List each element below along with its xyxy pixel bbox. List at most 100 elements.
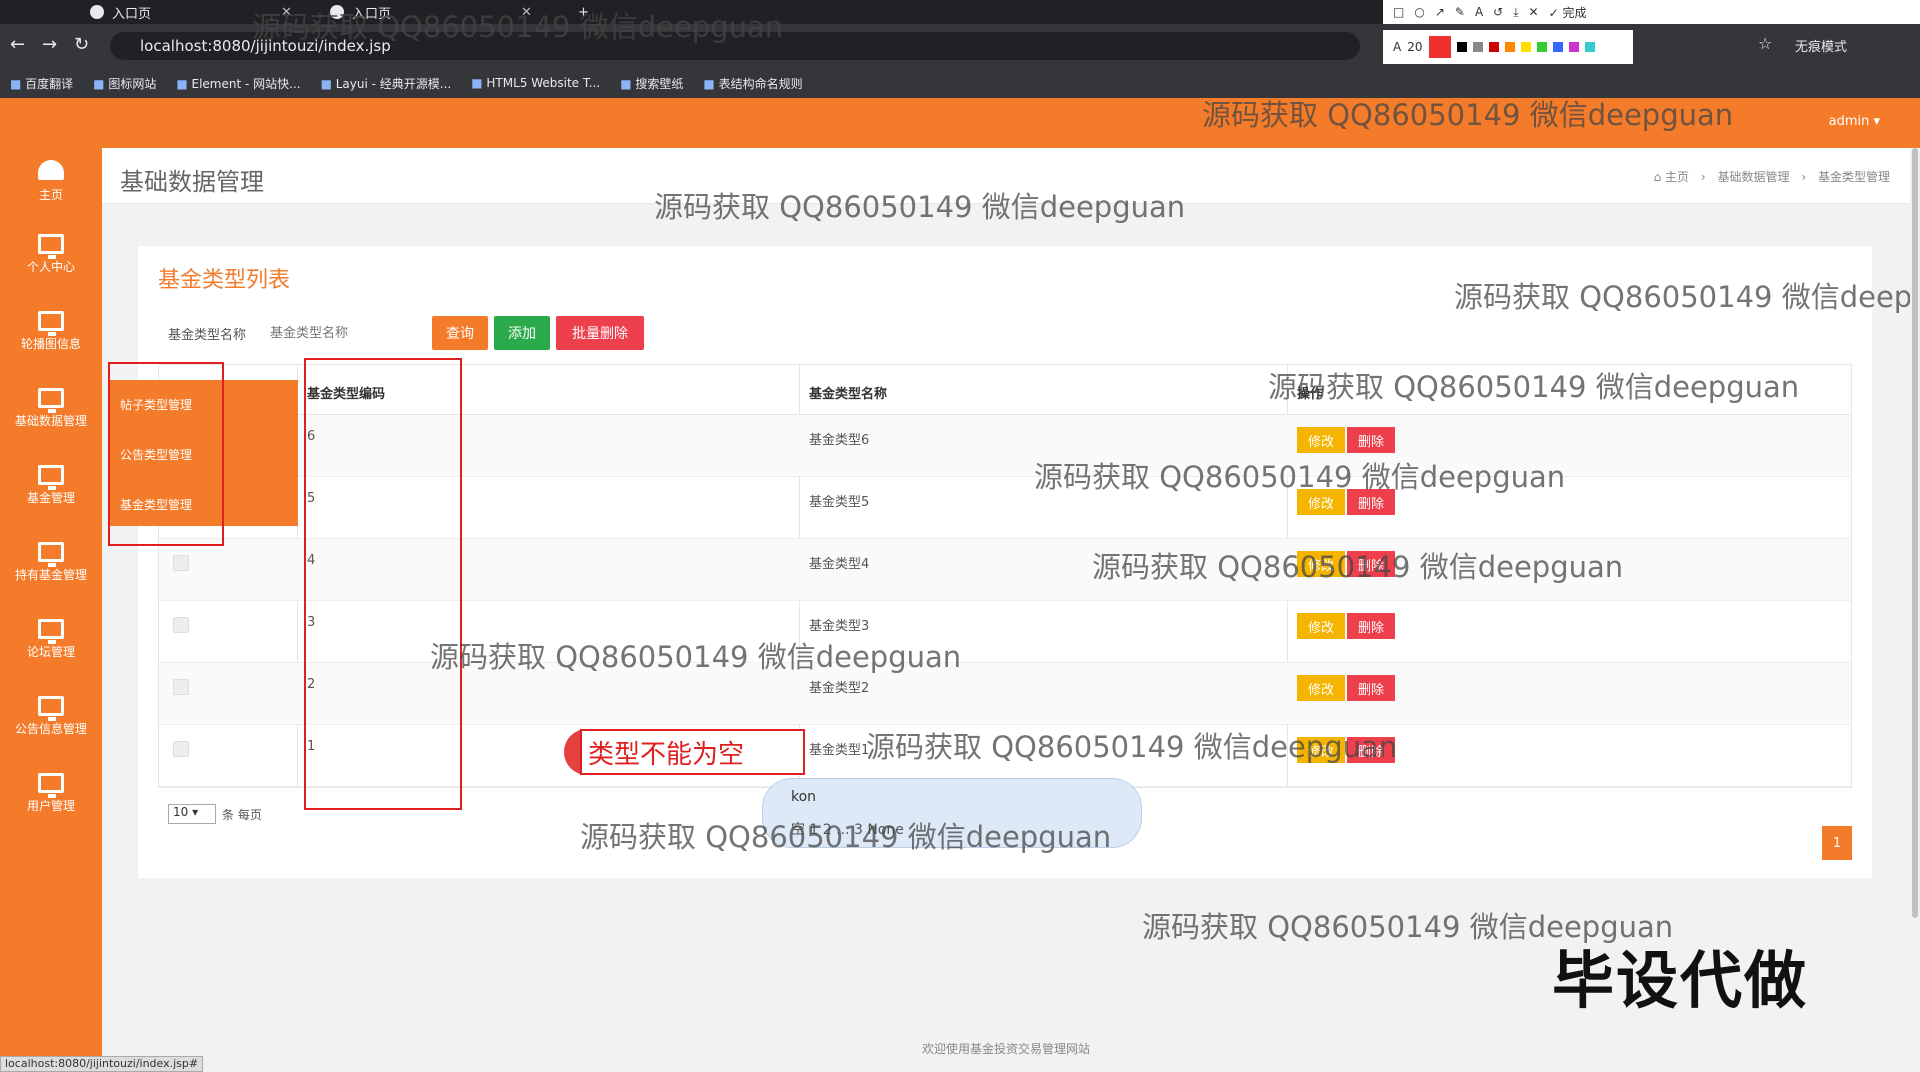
color-swatch[interactable]	[1472, 42, 1483, 52]
delete-button[interactable]: 删除	[1347, 737, 1395, 763]
edit-button[interactable]: 修改	[1297, 489, 1345, 515]
search-input[interactable]	[260, 316, 420, 348]
page-size-select[interactable]: 10 ▾	[168, 804, 216, 824]
cell-name: 基金类型1	[809, 743, 870, 758]
reload-icon[interactable]: ↻	[74, 34, 89, 55]
sidebar-item-label: 论坛管理	[26, 645, 75, 659]
font-size-select[interactable]: 20	[1407, 40, 1422, 54]
close-tab-icon[interactable]: ✕	[521, 5, 532, 20]
edit-button[interactable]: 修改	[1297, 675, 1345, 701]
annotation-toolbar: □ ○ ↗ ✎ A ↺ ⤓ ✕ ✓ 完成	[1383, 0, 1920, 24]
breadcrumb-item: 基金类型管理	[1817, 170, 1890, 184]
add-button[interactable]: 添加	[494, 316, 550, 350]
sidebar-item-forum[interactable]: 论坛管理	[0, 619, 102, 660]
scrollbar-thumb[interactable]	[1912, 148, 1918, 918]
page-scrollbar[interactable]	[1910, 148, 1920, 1072]
close-tab-icon[interactable]: ✕	[281, 5, 292, 20]
circle-tool-icon[interactable]: ○	[1414, 5, 1424, 19]
user-menu[interactable]: admin ▾	[1829, 114, 1880, 129]
bookmark[interactable]: Layui - 经典开源模...	[321, 75, 451, 92]
sidebar-item-holdings[interactable]: 持有基金管理	[0, 542, 102, 583]
sidebar-item-funds[interactable]: 基金管理	[0, 465, 102, 506]
delete-button[interactable]: 删除	[1347, 489, 1395, 515]
tab-label: 入口页	[352, 6, 392, 22]
row-checkbox[interactable]	[173, 617, 189, 633]
arrow-tool-icon[interactable]: ↗	[1435, 5, 1445, 19]
delete-button[interactable]: 删除	[1347, 613, 1395, 639]
bookmark[interactable]: HTML5 Website T...	[471, 76, 600, 90]
edit-button[interactable]: 修改	[1297, 427, 1345, 453]
selected-color-swatch[interactable]	[1428, 36, 1451, 58]
sidebar-item-notices[interactable]: 公告信息管理	[0, 696, 102, 737]
monitor-icon	[38, 234, 64, 259]
star-icon[interactable]: ☆	[1758, 34, 1772, 53]
color-swatch[interactable]	[1584, 42, 1595, 52]
bookmark[interactable]: Element - 网站快...	[176, 75, 301, 92]
row-checkbox[interactable]	[173, 555, 189, 571]
footer-text: 欢迎使用基金投资交易管理网站	[921, 1042, 1090, 1056]
color-swatch[interactable]	[1456, 42, 1467, 52]
new-tab-button[interactable]: +	[578, 0, 589, 24]
cell-name: 基金类型5	[809, 495, 870, 510]
undo-icon[interactable]: ↺	[1493, 5, 1503, 19]
delete-button[interactable]: 删除	[1347, 551, 1395, 577]
edit-button[interactable]: 修改	[1297, 737, 1345, 763]
sidebar: 主页 个人中心 轮播图信息 基础数据管理 基金管理 持有基金管理 论坛管理 公告…	[0, 148, 102, 1072]
card-title: 基金类型列表	[158, 268, 291, 293]
text-tool-icon[interactable]: A	[1475, 5, 1483, 19]
edit-button[interactable]: 修改	[1297, 551, 1345, 577]
sidebar-item-users[interactable]: 用户管理	[0, 773, 102, 814]
monitor-icon	[38, 311, 64, 336]
incognito-label: 无痕模式	[1795, 40, 1848, 55]
ime-popup: kon 空 1 2 ... 3 None	[762, 778, 1142, 848]
breadcrumb-item[interactable]: 基础数据管理	[1718, 170, 1790, 184]
color-swatch[interactable]	[1568, 42, 1579, 52]
app-header: admin ▾	[0, 98, 1920, 148]
column-header: 基金类型名称	[809, 387, 888, 402]
back-icon[interactable]: ←	[10, 34, 25, 55]
page-button[interactable]: 1	[1822, 826, 1852, 860]
download-icon[interactable]: ⤓	[1513, 5, 1518, 20]
row-checkbox[interactable]	[173, 741, 189, 757]
cell-name: 基金类型4	[809, 557, 870, 572]
color-swatch[interactable]	[1552, 42, 1563, 52]
color-swatch[interactable]	[1504, 42, 1515, 52]
delete-button[interactable]: 删除	[1347, 675, 1395, 701]
bookmark[interactable]: 图标网站	[93, 75, 156, 92]
color-swatch[interactable]	[1520, 42, 1531, 52]
sidebar-item-home[interactable]: 主页	[0, 160, 102, 203]
sidebar-item-profile[interactable]: 个人中心	[0, 234, 102, 275]
row-checkbox[interactable]	[173, 679, 189, 695]
done-button[interactable]: ✓ 完成	[1549, 4, 1587, 21]
monitor-icon	[38, 696, 64, 721]
close-icon[interactable]: ✕	[1529, 5, 1539, 19]
forward-icon[interactable]: →	[42, 34, 57, 55]
bookmark[interactable]: 搜索壁纸	[620, 75, 683, 92]
monitor-icon	[38, 388, 64, 413]
delete-button[interactable]: 删除	[1347, 427, 1395, 453]
search-label: 基金类型名称	[168, 328, 247, 343]
monitor-icon	[38, 465, 64, 490]
rectangle-tool-icon[interactable]: □	[1393, 5, 1404, 19]
color-swatch[interactable]	[1536, 42, 1547, 52]
color-swatch[interactable]	[1488, 42, 1499, 52]
query-button[interactable]: 查询	[432, 316, 488, 350]
bookmark[interactable]: 百度翻译	[10, 75, 73, 92]
url-field[interactable]: localhost:8080/jijintouzi/index.jsp	[110, 32, 1360, 60]
bookmark[interactable]: 表结构命名规则	[703, 75, 803, 92]
pen-tool-icon[interactable]: ✎	[1455, 5, 1465, 19]
breadcrumb-separator: ›	[1700, 170, 1706, 184]
batch-delete-button[interactable]: 批量删除	[556, 316, 644, 350]
annotation-box	[304, 358, 462, 810]
sidebar-item-basic-data[interactable]: 基础数据管理	[0, 388, 102, 429]
sidebar-item-carousel[interactable]: 轮播图信息	[0, 311, 102, 352]
browser-tab-2[interactable]: 入口页 ✕	[330, 0, 532, 24]
ime-candidates[interactable]: 空 1 2 ... 3 None	[791, 819, 904, 839]
browser-tab-1[interactable]: 入口页 ✕	[90, 0, 292, 24]
breadcrumb-item[interactable]: 主页	[1665, 170, 1689, 184]
font-size-icon: A	[1393, 40, 1402, 54]
status-url: localhost:8080/jijintouzi/index.jsp#	[0, 1056, 204, 1072]
color-palette: A 20	[1383, 30, 1633, 64]
edit-button[interactable]: 修改	[1297, 613, 1345, 639]
page-title: 基础数据管理	[120, 168, 264, 196]
